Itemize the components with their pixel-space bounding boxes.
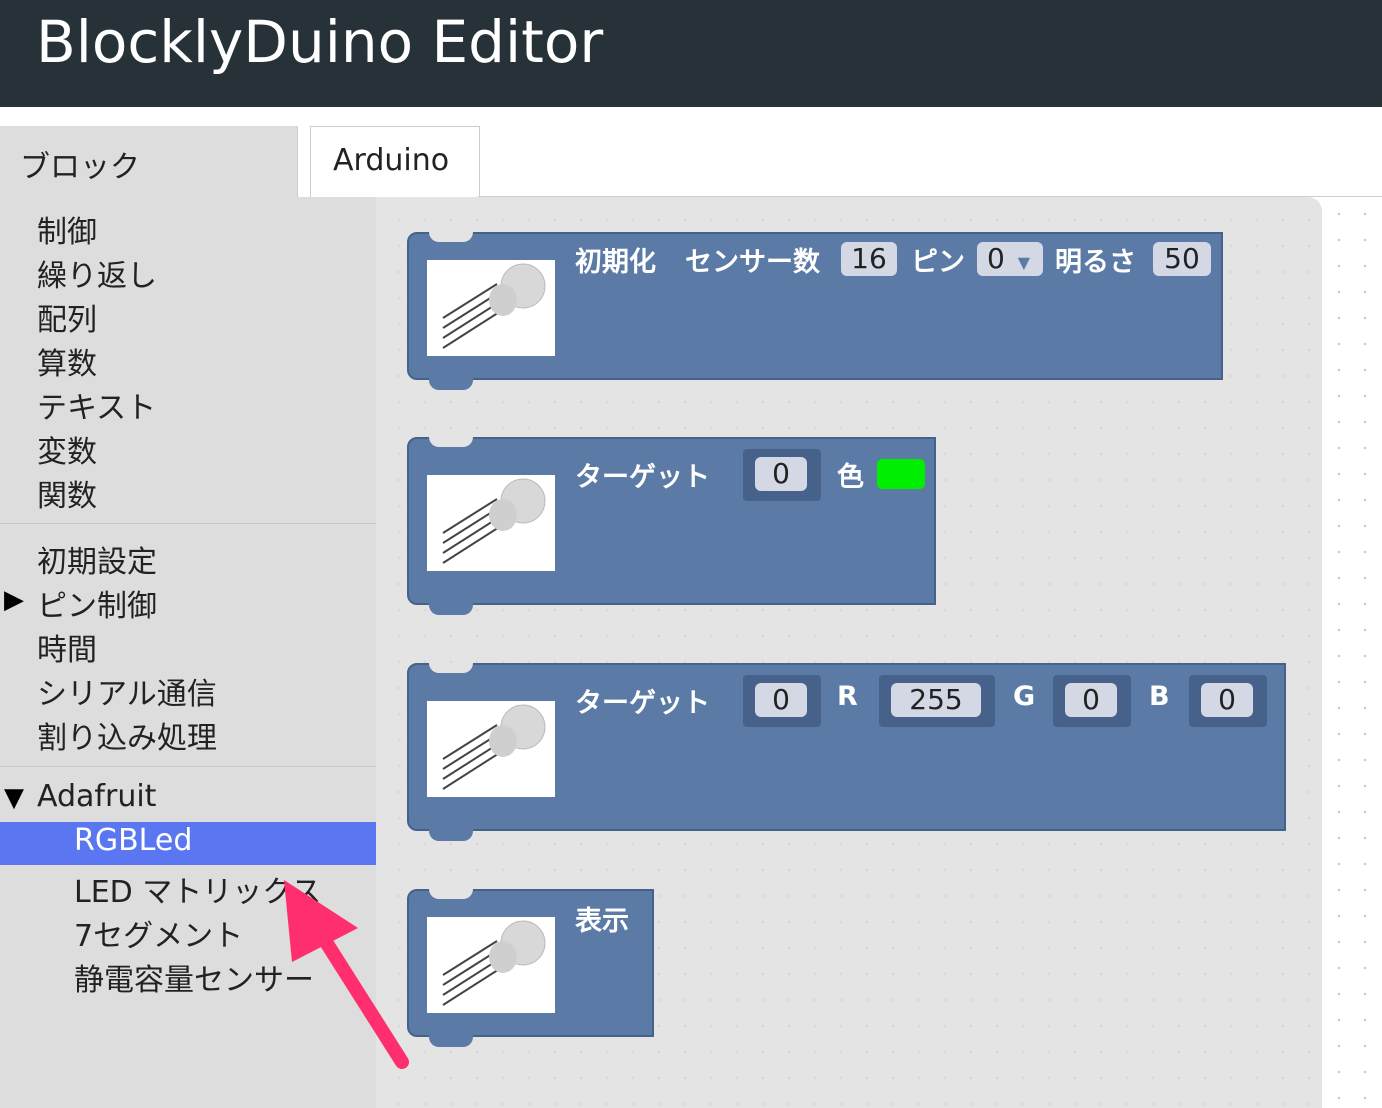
- annotation-arrow-icon: [284, 880, 409, 1069]
